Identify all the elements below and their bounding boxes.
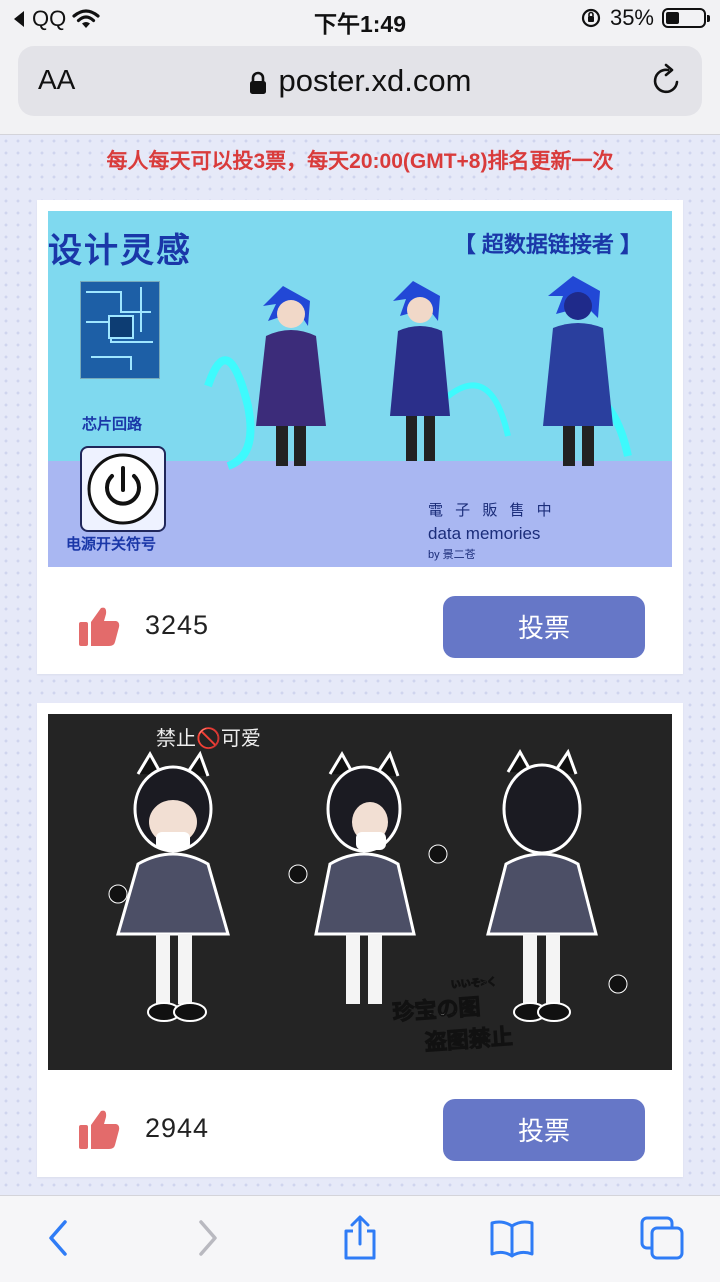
power-label: 电源开关符号: [66, 536, 157, 553]
power-symbol-illustration: [80, 446, 166, 532]
share-button[interactable]: [336, 1214, 384, 1262]
battery-percent: 35%: [609, 5, 654, 30]
url-text: poster.xd.com: [278, 63, 472, 98]
share-icon: [344, 1215, 376, 1260]
url-display[interactable]: poster.xd.com: [18, 63, 702, 99]
poster-image-2[interactable]: 禁止🚫可爱 いいそ>く 珍宝の图 盗图禁止: [48, 714, 672, 1070]
forward-button[interactable]: [184, 1214, 232, 1262]
battery-icon: [662, 8, 710, 28]
caption-line-3: by 景二苍: [428, 549, 476, 561]
tabs-button[interactable]: [638, 1214, 686, 1262]
lock-icon: [249, 71, 266, 94]
reload-icon[interactable]: [650, 62, 684, 98]
card-footer-1: 3245 投票: [37, 580, 683, 670]
circuit-chip-illustration: [80, 281, 160, 379]
vote-button-2[interactable]: 投票: [443, 1099, 645, 1161]
poster-caption: 電 子 販 售 中 data memories by 景二苍: [428, 499, 556, 562]
poster-subtitle: 【 超数据链接者 】: [453, 232, 642, 257]
chevron-left-icon: [49, 1220, 67, 1256]
thumbs-up-icon: [79, 607, 120, 646]
voting-notice: 每人每天可以投3票，每天20:00(GMT+8)排名更新一次: [106, 150, 614, 173]
web-content: 每人每天可以投3票，每天20:00(GMT+8)排名更新一次 设计灵感 【 超数…: [0, 135, 720, 1195]
caption-line-1: 電 子 販 售 中: [428, 502, 556, 519]
vote-count: 2944: [145, 1113, 210, 1143]
chip-label: 芯片回路: [82, 416, 143, 433]
browser-header: AA poster.xd.com: [0, 40, 720, 135]
watermark: いいそ>く 珍宝の图 盗图禁止: [390, 972, 514, 1059]
battery-tip: [707, 15, 710, 22]
character-turnaround-art: [204, 276, 632, 470]
poster-card-1: 设计灵感 【 超数据链接者 】 芯片回路 电源开关符号 電 子 販 售 中 da…: [37, 200, 683, 674]
address-bar[interactable]: AA poster.xd.com: [18, 46, 702, 116]
status-right: 35%: [580, 5, 710, 31]
orientation-lock-icon: [581, 8, 601, 28]
poster-card-2: 禁止🚫可爱 いいそ>く 珍宝の图 盗图禁止 2944 投票: [37, 703, 683, 1177]
status-bar: QQ 下午1:49 35%: [0, 0, 720, 40]
caption-line-2: data memories: [428, 524, 541, 543]
vote-count: 3245: [145, 610, 210, 640]
vote-button-1[interactable]: 投票: [443, 596, 645, 658]
bookmarks-button[interactable]: [488, 1214, 536, 1262]
thumbs-up-icon: [79, 1110, 120, 1149]
character-turnaround-art: [108, 748, 628, 1022]
poster-title: 设计灵感: [48, 232, 192, 270]
back-button[interactable]: [34, 1214, 82, 1262]
tabs-icon: [640, 1216, 684, 1260]
battery-fill: [666, 12, 679, 24]
card-footer-2: 2944 投票: [37, 1083, 683, 1173]
poster-image-1[interactable]: 设计灵感 【 超数据链接者 】 芯片回路 电源开关符号 電 子 販 售 中 da…: [48, 211, 672, 567]
chevron-right-icon: [199, 1220, 217, 1256]
browser-toolbar: [0, 1195, 720, 1282]
watermark-line-2: 盗图禁止: [423, 1023, 514, 1055]
bookmarks-icon: [490, 1220, 534, 1258]
